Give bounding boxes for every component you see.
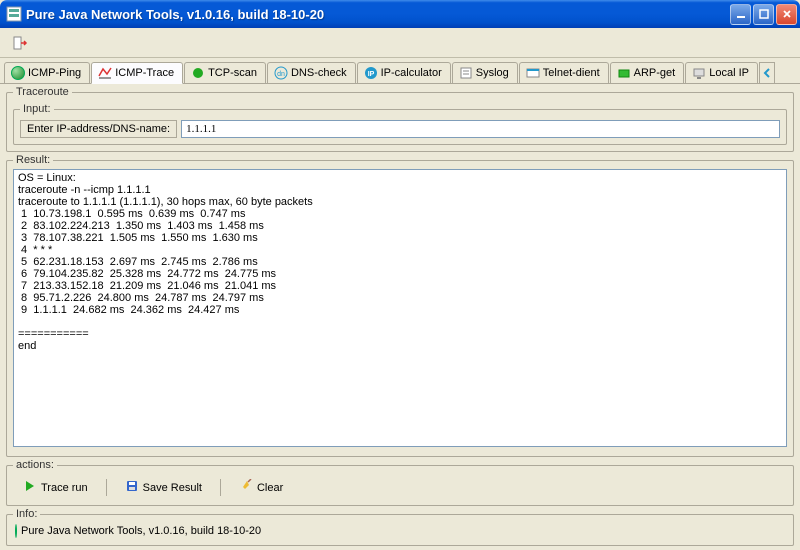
input-label: Enter IP-address/DNS-name:	[20, 120, 177, 138]
tab-arp-get[interactable]: ARP-get	[610, 62, 685, 83]
input-fieldset: Input: Enter IP-address/DNS-name:	[13, 103, 787, 145]
tab-bar: ICMP-Ping ICMP-Trace TCP-scan dn DNS-chec…	[0, 58, 800, 84]
traceroute-fieldset: Traceroute Input: Enter IP-address/DNS-n…	[6, 86, 794, 152]
dns-icon: dn	[274, 66, 288, 80]
info-text: Pure Java Network Tools, v1.0.16, build …	[21, 525, 261, 537]
actions-legend: actions:	[13, 459, 57, 471]
action-label: Trace run	[41, 482, 88, 494]
syslog-icon	[459, 66, 473, 80]
info-legend: Info:	[13, 508, 40, 520]
tab-label: IP-calculator	[381, 67, 442, 79]
svg-text:IP: IP	[367, 71, 374, 78]
tab-label: Local IP	[709, 67, 749, 79]
separator	[106, 479, 107, 496]
arp-icon	[617, 66, 631, 80]
telnet-icon	[526, 66, 540, 80]
tab-label: Syslog	[476, 67, 509, 79]
tab-label: ICMP-Trace	[115, 67, 174, 79]
svg-text:dn: dn	[277, 71, 285, 78]
tab-label: ICMP-Ping	[28, 67, 81, 79]
tab-label: DNS-check	[291, 67, 347, 79]
separator	[220, 479, 221, 496]
tab-ip-calculator[interactable]: IP IP-calculator	[357, 62, 451, 83]
traceroute-legend: Traceroute	[13, 86, 72, 98]
close-button[interactable]	[776, 4, 797, 25]
exit-button[interactable]	[6, 31, 34, 55]
trace-run-button[interactable]: Trace run	[15, 477, 96, 498]
broom-icon	[239, 479, 253, 496]
globe-icon	[11, 66, 25, 80]
window-titlebar: Pure Java Network Tools, v1.0.16, build …	[0, 0, 800, 28]
toolbar	[0, 28, 800, 58]
app-icon	[6, 6, 22, 22]
actions-fieldset: actions: Trace run Save Result Clear	[6, 459, 794, 506]
tab-tcp-scan[interactable]: TCP-scan	[184, 62, 266, 83]
green-dot-icon	[191, 66, 205, 80]
tab-dns-check[interactable]: dn DNS-check	[267, 62, 356, 83]
chart-icon	[98, 66, 112, 80]
maximize-button[interactable]	[753, 4, 774, 25]
window-title: Pure Java Network Tools, v1.0.16, build …	[26, 7, 730, 22]
result-legend: Result:	[13, 154, 53, 166]
minimize-button[interactable]	[730, 4, 751, 25]
tab-icmp-ping[interactable]: ICMP-Ping	[4, 62, 90, 83]
tab-local-ip[interactable]: Local IP	[685, 62, 758, 83]
tab-label: TCP-scan	[208, 67, 257, 79]
play-icon	[23, 479, 37, 496]
result-fieldset: Result: OS = Linux: traceroute -n --icmp…	[6, 154, 794, 457]
ip-address-input[interactable]	[181, 120, 780, 138]
input-legend: Input:	[20, 103, 54, 115]
result-output[interactable]: OS = Linux: traceroute -n --icmp 1.1.1.1…	[13, 169, 787, 447]
tab-telnet-client[interactable]: Telnet-dient	[519, 62, 609, 83]
action-label: Clear	[257, 482, 283, 494]
ip-icon: IP	[364, 66, 378, 80]
tab-label: ARP-get	[634, 67, 676, 79]
globe-icon	[15, 525, 17, 537]
save-result-button[interactable]: Save Result	[117, 477, 210, 498]
tab-icmp-trace[interactable]: ICMP-Trace	[91, 62, 183, 84]
localip-icon	[692, 66, 706, 80]
save-icon	[125, 479, 139, 496]
tab-scroll-left[interactable]	[759, 62, 775, 83]
tab-label: Telnet-dient	[543, 67, 600, 79]
action-label: Save Result	[143, 482, 202, 494]
clear-button[interactable]: Clear	[231, 477, 291, 498]
info-fieldset: Info: Pure Java Network Tools, v1.0.16, …	[6, 508, 794, 546]
tab-syslog[interactable]: Syslog	[452, 62, 518, 83]
